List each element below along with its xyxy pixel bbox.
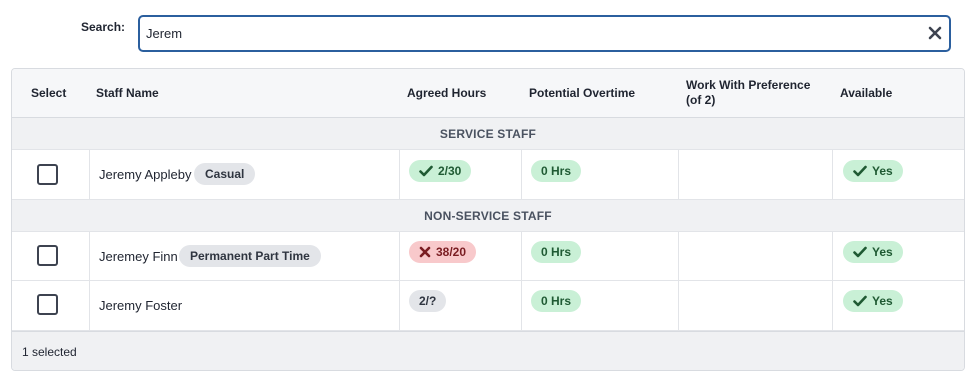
- available-pill: Yes: [843, 160, 903, 182]
- select-checkbox[interactable]: [37, 164, 58, 185]
- group-header-service-staff: SERVICE STAFF: [12, 118, 964, 150]
- close-icon: [928, 26, 942, 40]
- col-work-with-preference-line1: Work With Preference: [686, 78, 811, 92]
- employment-type-tag: Casual: [194, 163, 256, 185]
- col-available: Available: [840, 86, 893, 100]
- select-checkbox[interactable]: [37, 294, 58, 315]
- agreed-hours-pill: 2/?: [409, 290, 447, 312]
- available-value: Yes: [872, 245, 893, 259]
- check-icon: [853, 295, 867, 307]
- col-work-with-preference-line2: (of 2): [686, 93, 716, 107]
- overtime-pill: 0 Hrs: [531, 160, 582, 182]
- table-row: Jeremy Appleby Casual 2/30 0 Hrs Yes: [12, 150, 964, 200]
- available-pill: Yes: [843, 290, 903, 312]
- table-header: Select Staff Name Agreed Hours Potential…: [12, 69, 964, 118]
- group-header-non-service-staff: NON-SERVICE STAFF: [12, 200, 964, 232]
- available-value: Yes: [872, 164, 893, 178]
- check-icon: [419, 165, 433, 177]
- table-row: Jeremey Finn Permanent Part Time 38/20 0…: [12, 232, 964, 281]
- staff-name: Jeremy Foster: [99, 298, 183, 313]
- staff-name: Jeremey Finn: [99, 249, 178, 264]
- selection-count: 1 selected: [22, 345, 77, 359]
- agreed-hours-value: 2/30: [438, 164, 462, 178]
- check-icon: [853, 165, 867, 177]
- staff-name: Jeremy Appleby: [99, 167, 192, 182]
- agreed-hours-value: 38/20: [436, 245, 467, 259]
- available-value: Yes: [872, 294, 893, 308]
- search-box[interactable]: [138, 15, 951, 52]
- col-select: Select: [31, 86, 67, 100]
- overtime-pill: 0 Hrs: [531, 241, 582, 263]
- col-staff-name: Staff Name: [96, 86, 159, 100]
- col-agreed-hours: Agreed Hours: [407, 86, 487, 100]
- clear-search-button[interactable]: [926, 24, 944, 42]
- employment-type-tag: Permanent Part Time: [179, 245, 321, 267]
- select-checkbox[interactable]: [37, 245, 58, 266]
- overtime-pill: 0 Hrs: [531, 290, 582, 312]
- search-label: Search:: [81, 20, 126, 34]
- agreed-hours-pill: 2/30: [409, 160, 472, 182]
- search-input[interactable]: [146, 17, 916, 50]
- col-work-with-preference: Work With Preference (of 2): [686, 78, 810, 108]
- x-icon: [419, 246, 431, 258]
- col-potential-overtime: Potential Overtime: [529, 86, 636, 100]
- agreed-hours-pill: 38/20: [409, 241, 477, 263]
- check-icon: [853, 246, 867, 258]
- available-pill: Yes: [843, 241, 903, 263]
- table-row: Jeremy Foster 2/? 0 Hrs Yes: [12, 281, 964, 331]
- staff-table: Select Staff Name Agreed Hours Potential…: [11, 68, 965, 371]
- table-footer: 1 selected: [12, 331, 964, 370]
